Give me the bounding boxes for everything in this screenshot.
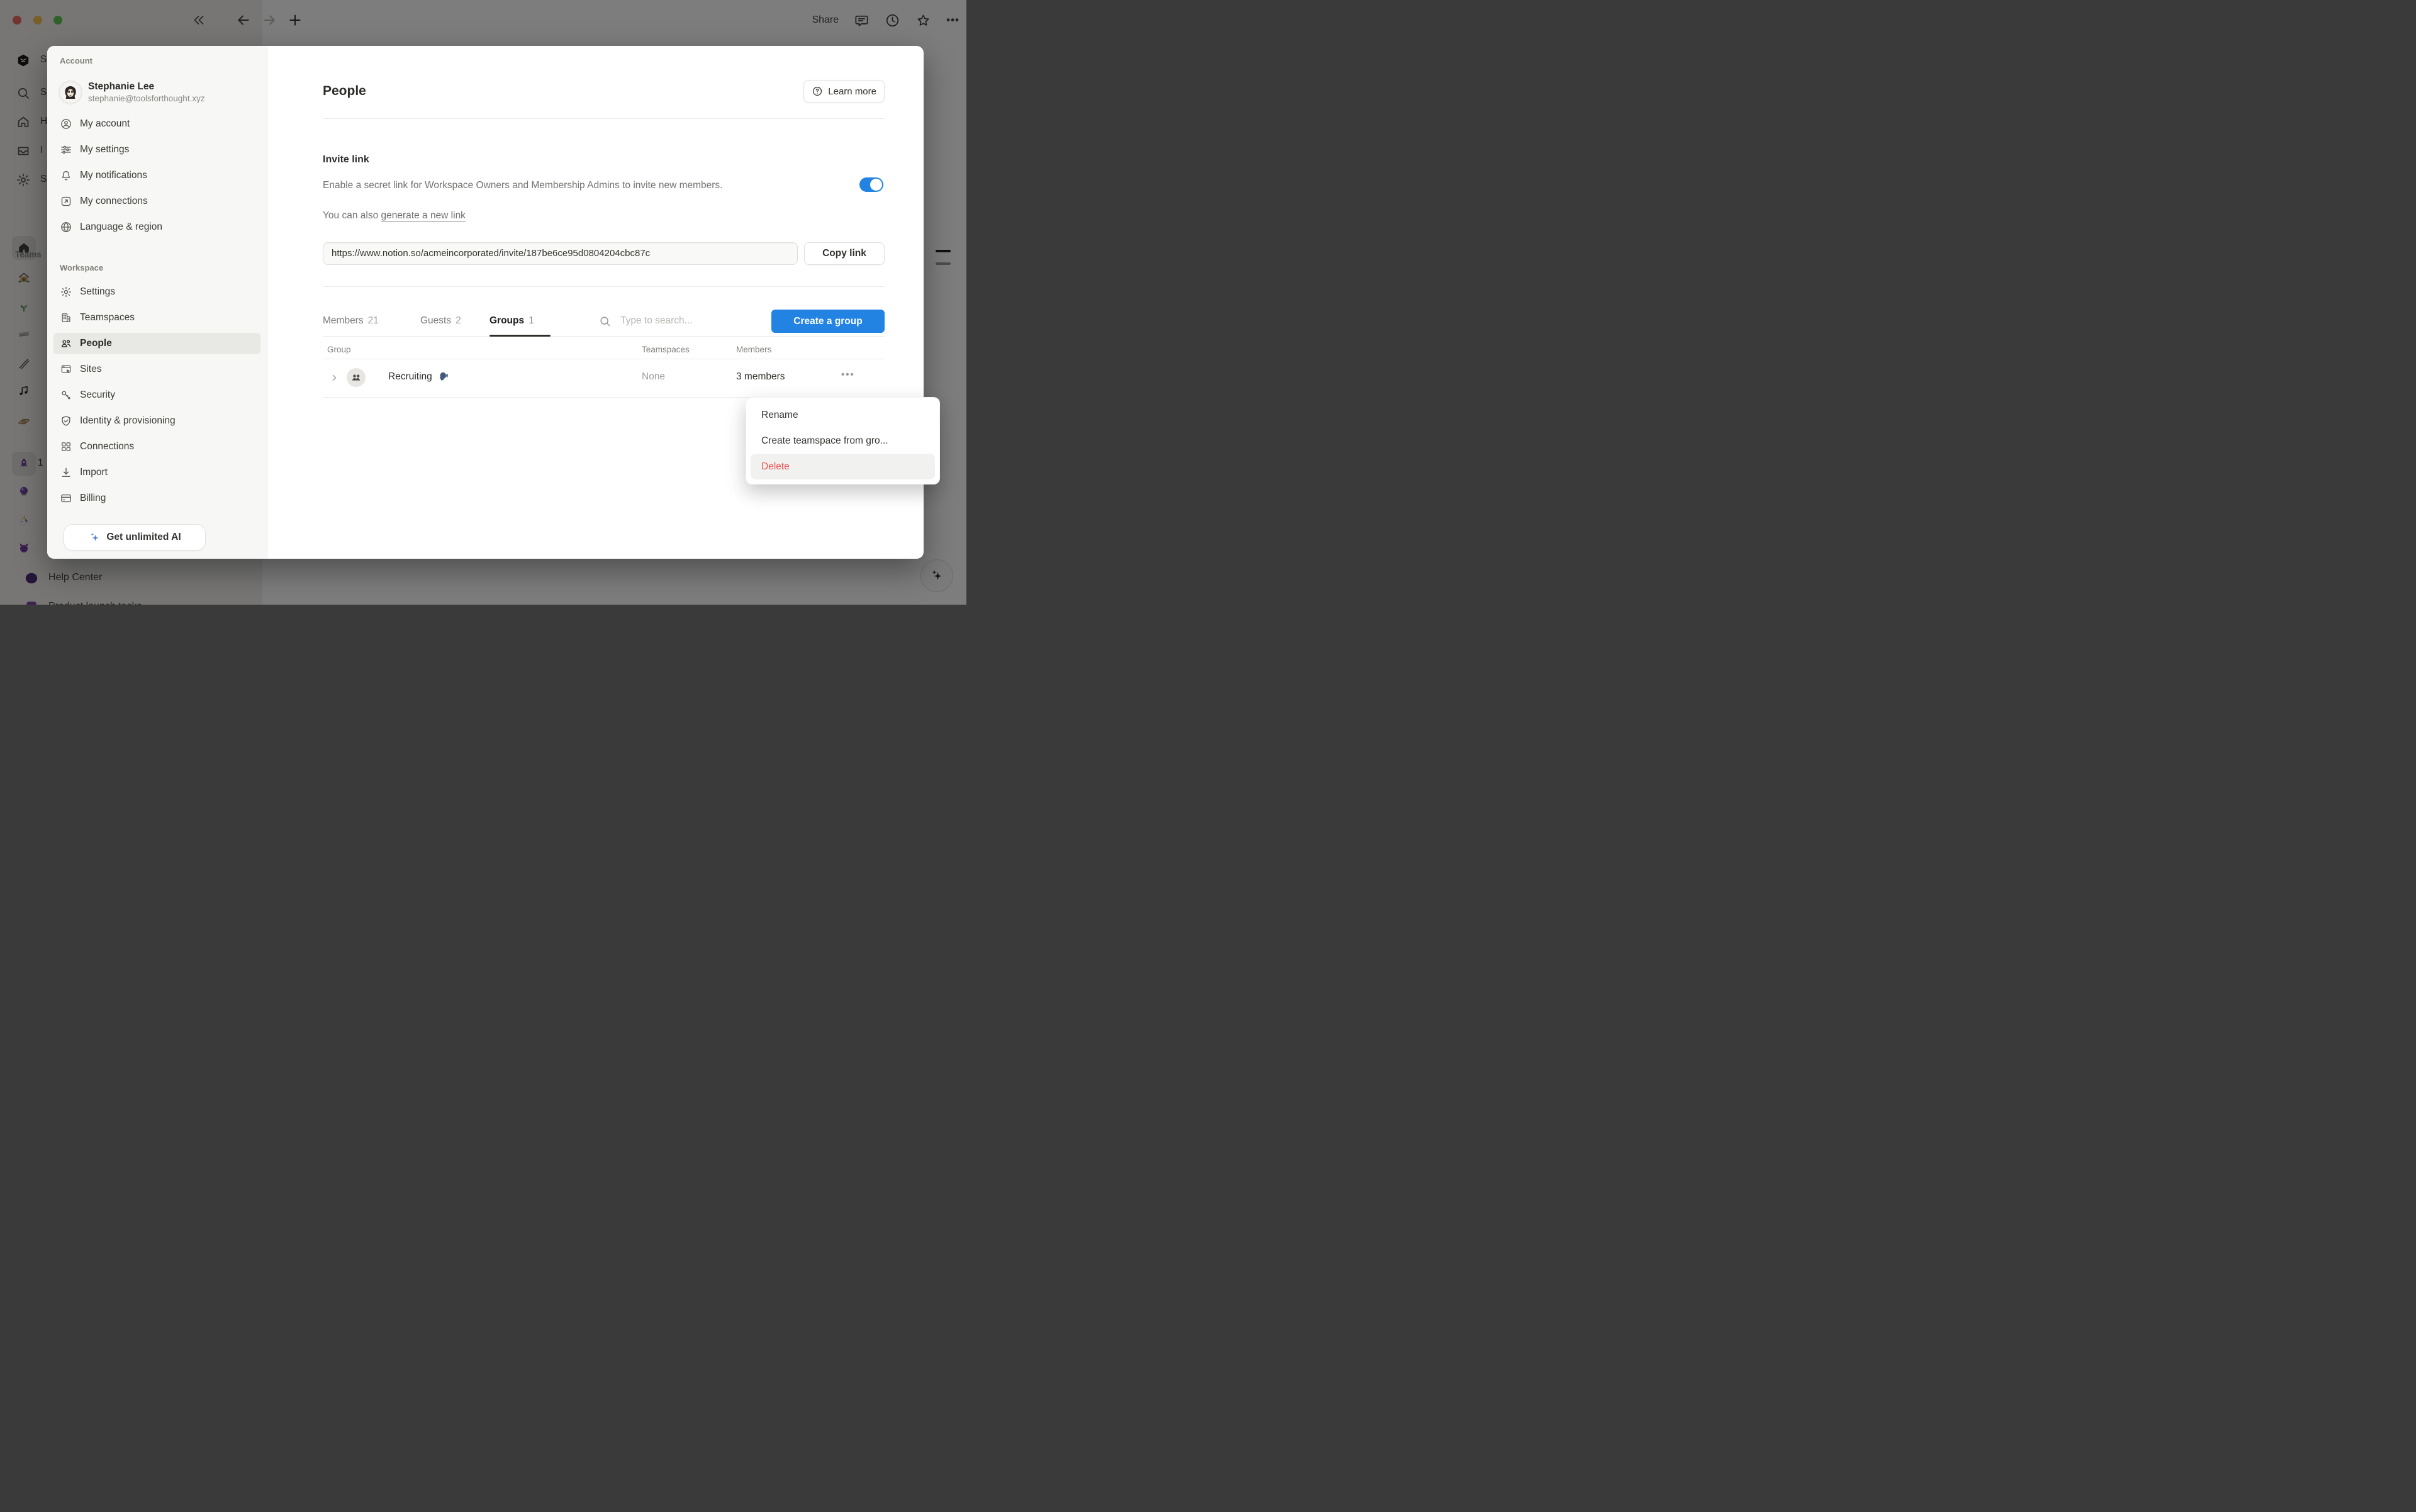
get-unlimited-ai-button[interactable]: Get unlimited AI [64,524,206,551]
sidebar-item-label: Security [80,389,115,401]
search-icon [598,315,612,328]
sidebar-item-my-notifications[interactable]: My notifications [53,165,260,186]
sidebar-item-label: Language & region [80,221,162,233]
people-icon [60,337,72,350]
sidebar-item-my-account[interactable]: My account [53,113,260,135]
key-icon [60,389,72,401]
credit-card-icon [60,492,72,505]
bell-icon [60,169,72,182]
table-row[interactable]: Recruiting None 3 members ••• [323,359,885,397]
sidebar-item-label: Connections [80,441,134,452]
grid-icon [60,440,72,453]
workspace-section-label: Workspace [60,263,260,272]
sidebar-item-connections[interactable]: Connections [53,436,260,457]
sidebar-item-label: Identity & provisioning [80,415,176,427]
ai-button-label: Get unlimited AI [106,532,181,543]
sidebar-item-label: Teamspaces [80,312,135,323]
column-header-group: Group [327,345,351,354]
invite-url-field[interactable]: https://www.notion.so/acmeincorporated/i… [323,242,798,265]
toggle-knob [870,179,882,191]
tab-count: 2 [456,315,461,327]
groups-table-header: Group Teamspaces Members [323,345,885,359]
sidebar-item-label: My settings [80,144,129,155]
screen: Share ••• S S [0,0,966,605]
group-name: Recruiting [388,371,449,383]
arrow-up-right-box-icon [60,195,72,208]
copy-link-button[interactable]: Copy link [804,242,885,265]
invite-link-heading: Invite link [323,154,369,165]
sidebar-item-label: Import [80,467,108,478]
sidebar-item-label: People [80,338,112,349]
sidebar-item-label: Sites [80,364,101,375]
avatar [59,81,82,104]
account-name: Stephanie Lee [88,81,205,93]
sparkles-icon [88,531,101,544]
question-circle-icon [812,86,823,97]
person-circle-icon [60,118,72,130]
tab-members[interactable]: Members21 [323,306,379,335]
active-tab-indicator [489,335,551,337]
menu-item-delete[interactable]: Delete [751,454,935,479]
generate-new-link[interactable]: generate a new link [381,210,466,222]
sidebar-item-billing[interactable]: Billing [53,488,260,509]
sidebar-item-people[interactable]: People [53,333,260,354]
menu-item-rename[interactable]: Rename [746,402,939,428]
column-header-members: Members [736,345,771,354]
sidebar-item-label: Billing [80,493,106,504]
create-group-button[interactable]: Create a group [771,310,885,333]
column-header-teamspaces: Teamspaces [642,345,690,354]
group-avatar [347,368,366,387]
group-context-menu: Rename Create teamspace from gro... Dele… [746,397,940,484]
account-profile[interactable]: Stephanie Lee stephanie@toolsforthought.… [59,81,260,104]
sidebar-item-label: My notifications [80,170,147,181]
sidebar-item-my-settings[interactable]: My settings [53,139,260,160]
invite-link-toggle[interactable] [859,177,883,192]
group-teamspaces: None [642,371,665,383]
settings-sidebar: Account Stephanie Lee stephanie@toolsfor… [47,46,267,559]
invite-link-note: You can also generate a new link [323,210,466,221]
download-arrow-icon [60,466,72,479]
tab-count: 21 [368,315,379,327]
sidebar-item-teamspaces[interactable]: Teamspaces [53,307,260,328]
account-email: stephanie@toolsforthought.xyz [88,93,205,104]
building-icon [60,311,72,324]
sidebar-item-my-connections[interactable]: My connections [53,191,260,212]
search-placeholder: Type to search... [620,315,693,327]
shield-check-icon [60,415,72,427]
search-field[interactable]: Type to search... [598,306,693,335]
tab-count: 1 [528,315,534,327]
page-title: People [323,84,366,99]
learn-more-label: Learn more [828,86,876,97]
gear-icon [60,286,72,298]
sidebar-item-sites[interactable]: Sites [53,359,260,380]
learn-more-button[interactable]: Learn more [803,80,885,103]
speaking-head-emoji-icon [437,371,449,383]
sidebar-item-language-region[interactable]: Language & region [53,216,260,238]
menu-item-create-teamspace[interactable]: Create teamspace from gro... [746,428,939,454]
sliders-icon [60,143,72,156]
sidebar-item-label: Settings [80,286,115,298]
sidebar-item-settings[interactable]: Settings [53,281,260,303]
row-menu-icon[interactable]: ••• [841,369,855,380]
invite-link-description: Enable a secret link for Workspace Owner… [323,178,763,193]
chevron-right-icon[interactable] [329,372,340,383]
tab-groups[interactable]: Groups1 [489,306,534,335]
sidebar-item-security[interactable]: Security [53,384,260,406]
sidebar-item-label: My connections [80,196,148,207]
browser-cursor-icon [60,363,72,376]
globe-icon [60,221,72,233]
tab-guests[interactable]: Guests2 [420,306,461,335]
group-members-count: 3 members [736,371,785,383]
sidebar-item-import[interactable]: Import [53,462,260,483]
sidebar-item-label: My account [80,118,130,130]
people-tabs: Members21 Guests2 Groups1 Type to search… [323,306,885,337]
sidebar-item-identity-provisioning[interactable]: Identity & provisioning [53,410,260,432]
account-section-label: Account [60,56,260,65]
